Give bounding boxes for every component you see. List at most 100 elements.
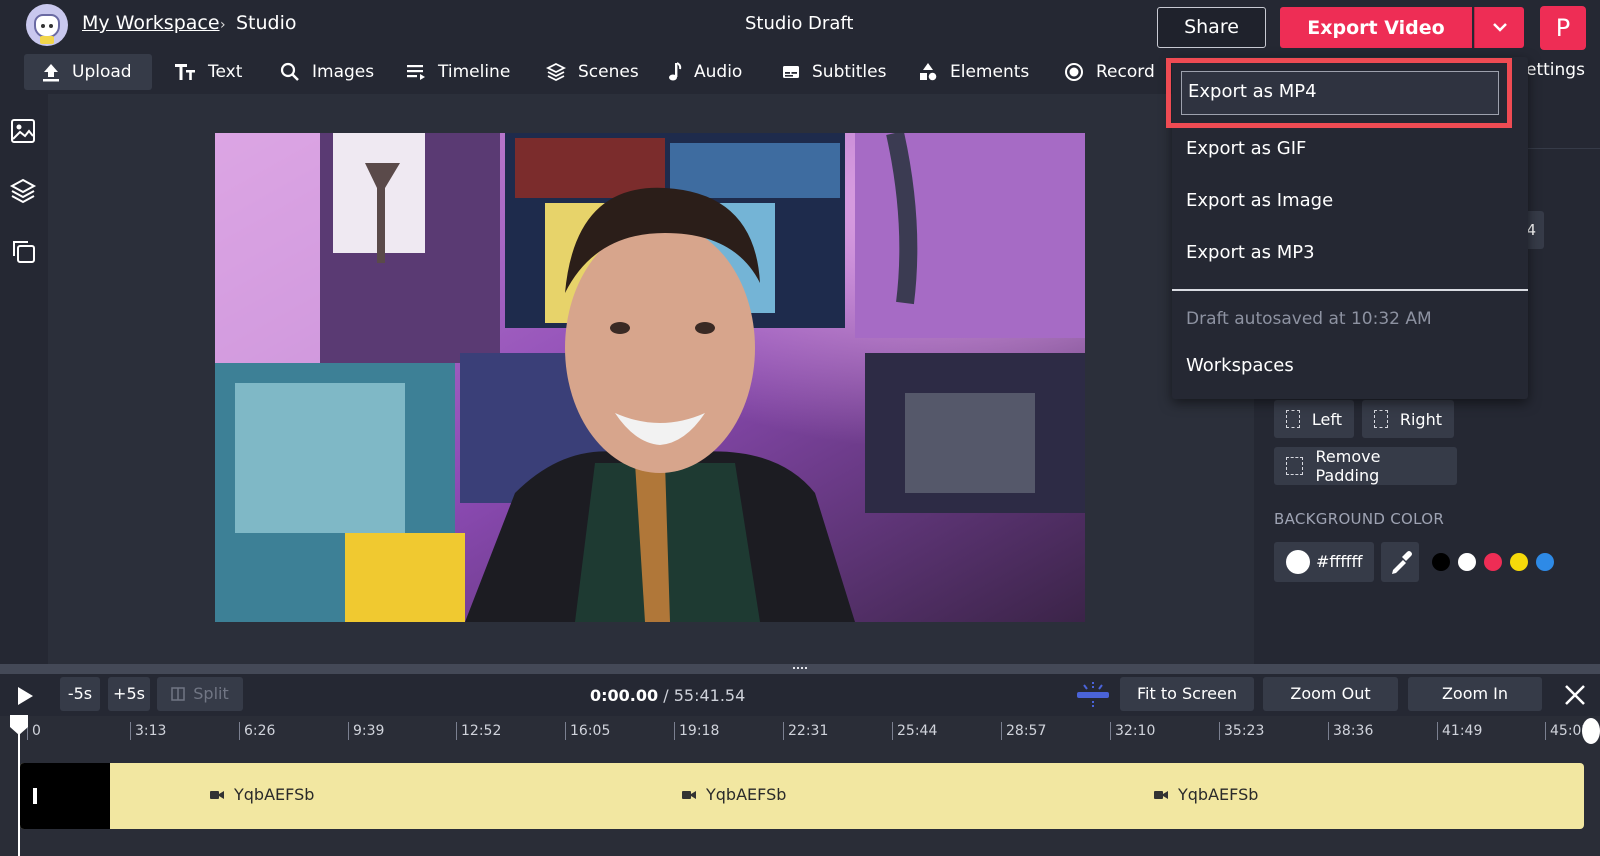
toolbar-text-label: Text — [208, 62, 243, 82]
padding-left-button[interactable]: Left — [1274, 400, 1354, 438]
padding-left-label: Left — [1311, 409, 1342, 429]
timeline-scroll-handle[interactable] — [1582, 718, 1600, 744]
breadcrumb-workspace[interactable]: My Workspace — [82, 12, 220, 34]
timeline-resize-handle[interactable] — [0, 664, 1600, 674]
video-frame-image — [215, 133, 1085, 622]
playhead-handle[interactable] — [9, 714, 29, 736]
video-camera-icon — [1154, 790, 1168, 799]
timeline-controls: -5s +5s Split 0:00.00 / 55:41.54 Fit to … — [0, 674, 1600, 716]
eyedropper-icon — [1392, 551, 1412, 574]
ruler-tick: 41:49 — [1437, 722, 1482, 740]
zoom-out-button[interactable]: Zoom Out — [1263, 677, 1398, 711]
eyedropper-button[interactable] — [1381, 542, 1419, 582]
toolbar-scenes[interactable]: Scenes — [546, 54, 639, 90]
export-as-gif[interactable]: Export as GIF — [1186, 138, 1306, 159]
close-icon[interactable] — [1564, 684, 1586, 706]
export-options-button[interactable] — [1474, 7, 1524, 48]
background-color-heading: BACKGROUND COLOR — [1274, 510, 1445, 528]
toolbar-text[interactable]: Text — [174, 54, 242, 90]
video-track[interactable]: YqbAEFSb YqbAEFSb YqbAEFSb — [20, 763, 1584, 829]
toolbar-images[interactable]: Images — [280, 54, 374, 90]
video-camera-icon — [210, 790, 224, 799]
total-time: 55:41.54 — [673, 686, 746, 705]
image-icon[interactable] — [8, 116, 38, 146]
toolbar-audio-label: Audio — [694, 62, 743, 82]
ruler-tick: 9:39 — [348, 722, 384, 740]
toolbar-audio[interactable]: Audio — [668, 54, 742, 90]
toolbar-record[interactable]: Record — [1064, 54, 1155, 90]
toolbar-upload[interactable]: Upload — [24, 54, 152, 90]
video-preview[interactable] — [215, 133, 1085, 622]
swatch-blue[interactable] — [1536, 553, 1554, 571]
record-icon — [1065, 63, 1083, 81]
toolbar-settings[interactable]: ettings — [1526, 60, 1585, 80]
chevron-down-icon — [1493, 23, 1507, 32]
ruler-tick: 6:26 — [239, 722, 275, 740]
clip-label: YqbAEFSb — [1154, 785, 1258, 804]
timeline-ruler[interactable]: 0 3:13 6:26 9:39 12:52 16:05 19:18 22:31… — [0, 716, 1600, 750]
text-icon — [175, 64, 195, 80]
bowl-icon — [40, 36, 54, 44]
copy-icon[interactable] — [8, 236, 38, 266]
padding-right-label: Right — [1399, 409, 1442, 429]
swatch-red[interactable] — [1484, 553, 1502, 571]
share-button[interactable]: Share — [1157, 7, 1266, 48]
track-thumbnail — [20, 763, 110, 829]
padding-square-icon — [1286, 457, 1304, 475]
toolbar-scenes-label: Scenes — [578, 62, 639, 82]
draft-title[interactable]: Studio Draft — [745, 13, 853, 34]
workspaces-link[interactable]: Workspaces — [1186, 355, 1294, 376]
subtitles-icon — [783, 66, 799, 78]
clip-name: YqbAEFSb — [234, 785, 315, 804]
left-rail — [0, 94, 48, 664]
rewind-5s-button[interactable]: -5s — [60, 677, 100, 711]
time-separator: / — [658, 686, 674, 705]
fit-to-screen-button[interactable]: Fit to Screen — [1120, 677, 1254, 711]
forward-5s-button[interactable]: +5s — [108, 677, 150, 711]
ruler-tick: 22:31 — [783, 722, 828, 740]
shapes-icon — [920, 63, 937, 81]
breadcrumb-separator: › — [220, 17, 226, 33]
ruler-tick: 28:57 — [1001, 722, 1046, 740]
export-video-button[interactable]: Export Video — [1280, 7, 1472, 48]
split-button[interactable]: Split — [157, 677, 243, 711]
snap-icon[interactable] — [1075, 680, 1111, 710]
swatch-black[interactable] — [1432, 553, 1450, 571]
timeline-icon — [407, 65, 425, 80]
cat-face-icon — [34, 14, 60, 38]
menu-divider — [1172, 289, 1528, 291]
toolbar-subtitles-label: Subtitles — [812, 62, 887, 82]
padding-right-button[interactable]: Right — [1362, 400, 1454, 438]
toolbar-timeline-label: Timeline — [438, 62, 511, 82]
remove-padding-label: Remove Padding — [1315, 447, 1381, 485]
video-camera-icon — [682, 790, 696, 799]
toolbar-subtitles[interactable]: Subtitles — [782, 54, 886, 90]
export-as-mp4[interactable]: Export as MP4 — [1181, 71, 1499, 115]
playhead-line — [18, 718, 20, 856]
padding-square-icon — [1286, 410, 1300, 428]
swatch-white[interactable] — [1458, 553, 1476, 571]
autosave-note: Draft autosaved at 10:32 AM — [1186, 309, 1432, 329]
toolbar-elements-label: Elements — [950, 62, 1030, 82]
trim-handle[interactable] — [33, 788, 37, 804]
ruler-tick: 35:23 — [1219, 722, 1264, 740]
user-avatar[interactable]: P — [1540, 6, 1586, 50]
timeline-panel: -5s +5s Split 0:00.00 / 55:41.54 Fit to … — [0, 674, 1600, 856]
toolbar-timeline[interactable]: Timeline — [406, 54, 510, 90]
swatch-yellow[interactable] — [1510, 553, 1528, 571]
toolbar-upload-label: Upload — [72, 62, 132, 82]
search-icon — [280, 62, 299, 81]
ruler-tick: 19:18 — [674, 722, 719, 740]
play-icon[interactable] — [16, 686, 34, 706]
zoom-in-button[interactable]: Zoom In — [1408, 677, 1542, 711]
toolbar-elements[interactable]: Elements — [918, 54, 1029, 90]
remove-padding-button[interactable]: Remove Padding — [1274, 447, 1457, 485]
ruler-tick: 16:05 — [565, 722, 610, 740]
layers-icon[interactable] — [8, 176, 38, 206]
breadcrumb-studio: Studio — [236, 12, 297, 34]
ruler-tick: 25:44 — [892, 722, 937, 740]
background-color-input[interactable]: #ffffff — [1274, 542, 1374, 582]
workspace-avatar[interactable] — [26, 4, 68, 46]
export-as-image[interactable]: Export as Image — [1186, 190, 1333, 211]
export-as-mp3[interactable]: Export as MP3 — [1186, 242, 1315, 263]
